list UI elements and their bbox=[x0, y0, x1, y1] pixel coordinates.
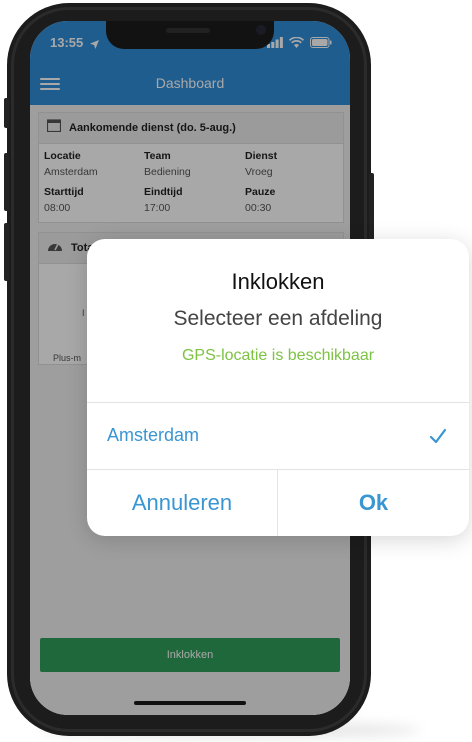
department-option-label: Amsterdam bbox=[107, 425, 200, 445]
ok-button[interactable]: Ok bbox=[278, 470, 469, 536]
cancel-button[interactable]: Annuleren bbox=[87, 470, 277, 536]
dialog-title: Inklokken bbox=[231, 269, 325, 294]
mute-switch bbox=[4, 98, 9, 128]
volume-down-button bbox=[4, 223, 9, 281]
department-option-amsterdam[interactable]: Amsterdam bbox=[87, 403, 469, 469]
volume-up-button bbox=[4, 153, 9, 211]
gps-status: GPS-locatie is beschikbaar bbox=[181, 347, 375, 364]
clock-in-dialog: Inklokken Selecteer een afdeling GPS-loc… bbox=[87, 239, 469, 536]
checkmark-icon bbox=[429, 427, 447, 445]
dialog-subtitle: Selecteer een afdeling bbox=[173, 307, 383, 330]
